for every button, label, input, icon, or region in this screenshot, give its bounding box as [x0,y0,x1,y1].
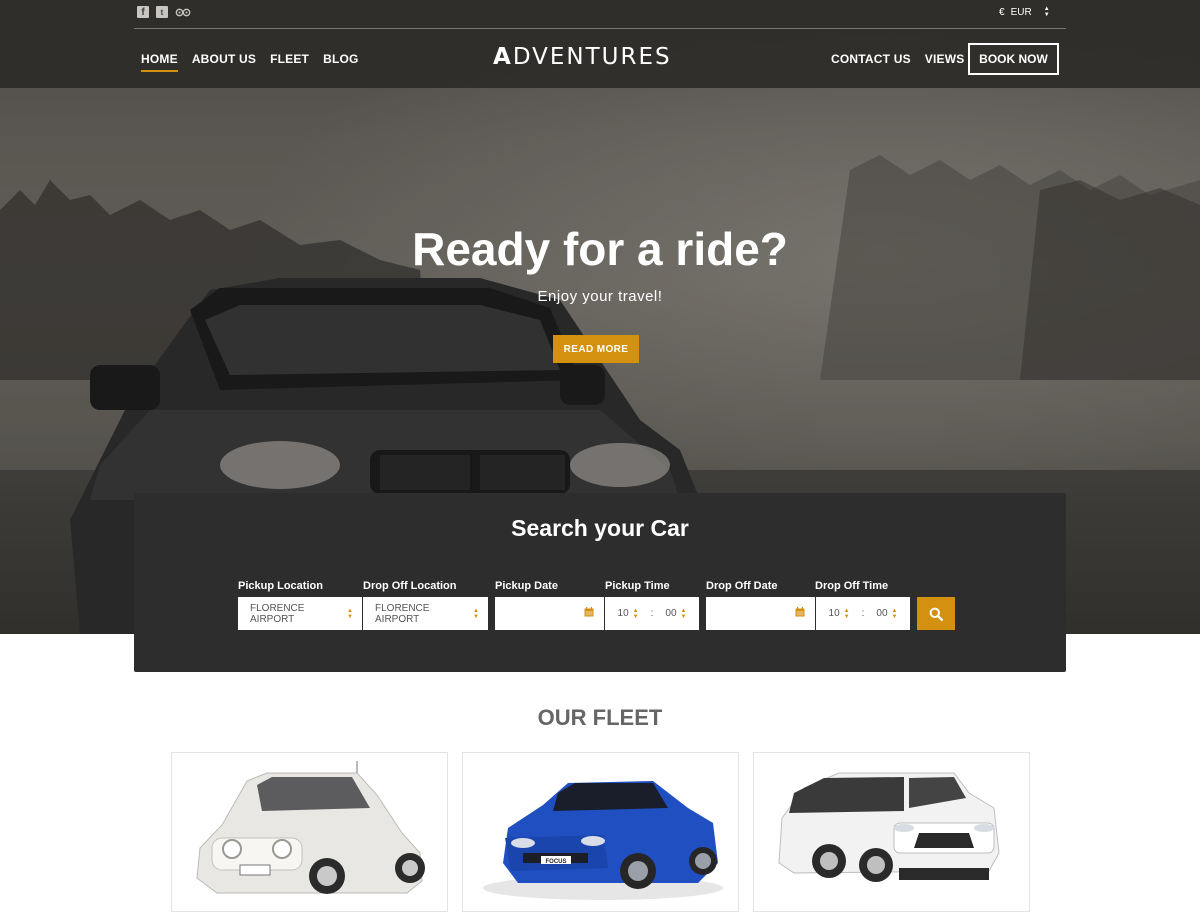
up-down-arrows-icon: ▲ ▼ [347,607,353,620]
nav-fleet[interactable]: FLEET [270,52,309,72]
car-search-panel: Search your Car Pickup Location FLORENCE… [134,493,1066,672]
facebook-icon[interactable]: f [137,6,149,18]
twitter-icon[interactable]: t [156,6,168,18]
search-icon [929,607,943,621]
fleet-card[interactable]: FOCUS [462,752,739,912]
white-compact-car-image [196,761,425,894]
up-down-arrows-icon[interactable]: ▲ ▼ [633,608,639,620]
header-divider [134,28,1066,29]
up-down-arrows-icon[interactable]: ▲ ▼ [892,608,898,620]
main-nav-right: CONTACT US VIEWS [831,52,964,70]
fleet-section-title: OUR FLEET [537,705,663,730]
site-logo[interactable]: ADVENTURES [493,44,672,70]
white-suv-car-image [778,772,1000,882]
pickup-time-label: Pickup Time [605,580,670,592]
nav-contact-us[interactable]: CONTACT US [831,52,911,70]
calendar-icon[interactable] [795,607,805,620]
dropoff-time-input[interactable]: 10 ▲ ▼ : 00 ▲ ▼ [816,597,910,630]
pickup-time-input[interactable]: 10 ▲ ▼ : 00 ▲ ▼ [605,597,699,630]
search-button[interactable] [917,597,955,630]
up-down-arrows-icon[interactable]: ▲ ▼ [844,608,850,620]
currency-symbol: € [999,6,1005,18]
up-down-arrows-icon: ▲ ▼ [1043,6,1050,18]
car-plate: FOCUS [546,859,567,865]
pickup-minute[interactable]: 00 [665,608,676,619]
nav-views[interactable]: VIEWS [925,52,965,70]
search-title: Search your Car [511,515,689,541]
pickup-location-select[interactable]: FLORENCE AIRPORT ▲ ▼ [238,597,362,630]
tripadvisor-icon[interactable] [175,6,191,18]
nav-about-us[interactable]: ABOUT US [192,52,256,72]
calendar-icon[interactable] [584,607,594,620]
pickup-hour[interactable]: 10 [618,608,629,619]
pickup-date-label: Pickup Date [495,580,558,592]
top-navigation-bar: f t € EUR ▲ ▼ HOME ABOUT US FLEET BLOG AD… [0,0,1200,88]
dropoff-time-label: Drop Off Time [815,580,889,592]
read-more-button[interactable]: READ MORE [553,335,639,363]
currency-code: EUR [1010,6,1032,18]
logo-rest: DVENTURES [512,44,672,70]
logo-initial: A [493,44,513,70]
nav-home[interactable]: HOME [141,52,178,72]
main-nav-left: HOME ABOUT US FLEET BLOG [141,52,359,72]
dropoff-date-input[interactable] [706,597,815,630]
dropoff-date-label: Drop Off Date [706,580,778,592]
currency-selector[interactable]: € EUR ▲ ▼ [999,6,1050,18]
dropoff-hour[interactable]: 10 [829,608,840,619]
pickup-location-label: Pickup Location [238,580,323,592]
pickup-location-value: FLORENCE AIRPORT [250,602,305,625]
pickup-date-input[interactable] [495,597,604,630]
social-links: f t [137,6,191,18]
hero-title: Ready for a ride? [412,223,788,275]
dropoff-location-value: FLORENCE AIRPORT [375,602,430,625]
up-down-arrows-icon[interactable]: ▲ ▼ [681,608,687,620]
up-down-arrows-icon: ▲ ▼ [473,607,479,620]
dropoff-location-select[interactable]: FLORENCE AIRPORT ▲ ▼ [363,597,488,630]
fleet-card[interactable] [753,752,1030,912]
blue-hatchback-car-image: FOCUS [483,781,723,900]
fleet-card[interactable] [171,752,448,912]
time-separator: : [650,608,654,619]
nav-blog[interactable]: BLOG [323,52,358,72]
dropoff-minute[interactable]: 00 [876,608,887,619]
time-separator: : [861,608,865,619]
book-now-button[interactable]: BOOK NOW [968,43,1059,75]
dropoff-location-label: Drop Off Location [363,580,457,592]
hero-subtitle: Enjoy your travel! [537,288,663,305]
